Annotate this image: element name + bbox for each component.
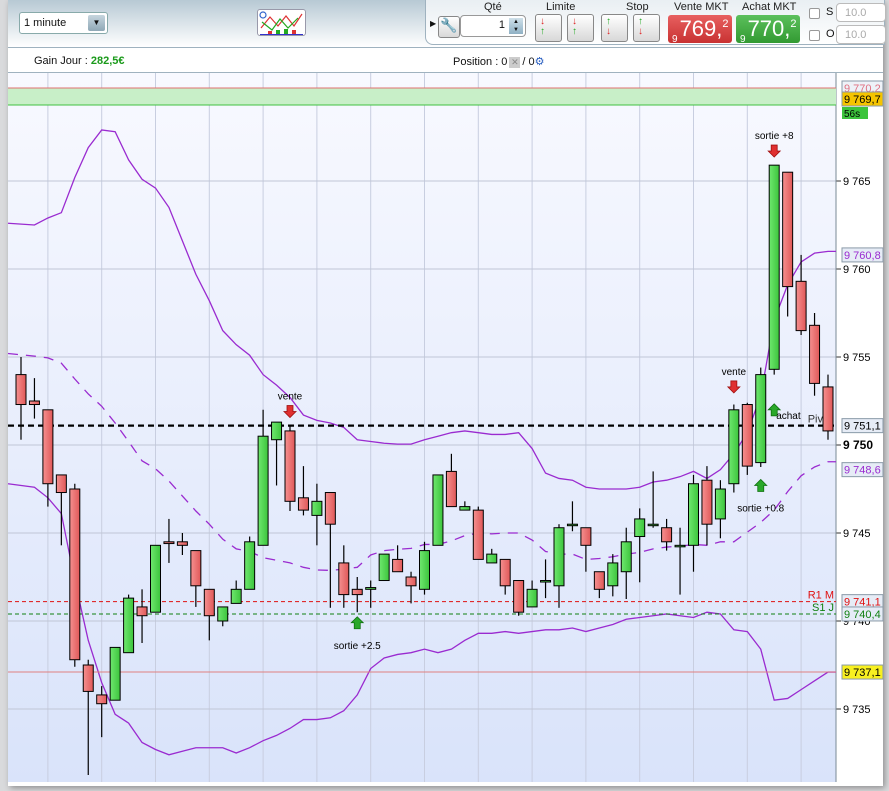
candle-down: [28, 400, 40, 406]
marker-label: sortie +8: [755, 131, 794, 142]
candle-up: [365, 587, 377, 590]
candle-down: [351, 588, 363, 596]
candle-down: [580, 527, 592, 546]
candle-down: [55, 474, 67, 494]
candle-up: [526, 588, 538, 608]
candle-down: [338, 562, 350, 596]
candle-down: [822, 386, 834, 432]
candle-down: [324, 492, 336, 525]
candle-down: [284, 430, 296, 502]
y-tick-label: 9 745: [843, 528, 871, 540]
level-tag: 9 737,1: [844, 667, 881, 679]
candle-down: [15, 374, 27, 406]
candle-down: [82, 664, 94, 692]
marker-label: vente: [722, 367, 747, 378]
marker-label: achat: [776, 411, 801, 422]
candle-down: [405, 576, 417, 587]
y-tick-label: 9 735: [843, 704, 871, 716]
zone-bottom-tag: 9 769,7: [844, 94, 881, 106]
candle-up: [714, 488, 726, 520]
candle-down: [782, 171, 794, 288]
candle-down: [392, 558, 404, 573]
band-tag: 9 760,8: [844, 250, 881, 262]
candle-up: [755, 374, 767, 464]
candle-down: [69, 488, 81, 661]
price-chart[interactable]: 9 7359 7409 7459 7509 7559 7609 7659 770…: [0, 0, 889, 791]
y-tick-label: 9 755: [843, 352, 871, 364]
level-name: R1 M: [808, 590, 834, 602]
candle-down: [593, 571, 605, 590]
candle-down: [203, 588, 215, 617]
candle-up: [688, 483, 699, 546]
candle-up: [432, 474, 444, 546]
candle-down: [472, 509, 484, 560]
candle-down: [809, 324, 821, 384]
candle-up: [217, 606, 229, 622]
candle-up: [486, 553, 498, 564]
candle-up: [634, 518, 646, 538]
price-zone: [8, 88, 836, 105]
candle-up: [150, 544, 161, 613]
candle-up: [271, 421, 283, 441]
y-tick-label: 9 765: [843, 176, 871, 188]
candle-up: [459, 506, 471, 511]
candle-up: [230, 588, 242, 604]
candle-down: [661, 527, 673, 543]
candle-up: [257, 435, 269, 546]
marker-label: vente: [278, 392, 303, 403]
candle-down: [499, 558, 511, 587]
candle-up: [109, 646, 121, 701]
candle-timer: 56s: [844, 109, 860, 120]
candle-up: [378, 553, 390, 582]
candle-down: [96, 694, 108, 705]
candle-up: [674, 544, 686, 548]
level-tag: 9 751,1: [844, 421, 881, 433]
candle-up: [311, 500, 323, 516]
band-tag: 9 748,6: [844, 465, 881, 477]
candle-down: [741, 404, 753, 467]
candle-up: [553, 527, 565, 587]
candle-up: [244, 541, 256, 590]
y-tick-label: 9 750: [843, 438, 873, 452]
candle-up: [647, 523, 659, 527]
candle-down: [42, 409, 54, 485]
candle-down: [513, 580, 525, 613]
marker-label: sortie +2.5: [334, 641, 381, 652]
candle-down: [163, 541, 175, 545]
y-tick-label: 9 760: [843, 264, 871, 276]
candle-up: [123, 597, 135, 654]
candle-up: [566, 523, 578, 527]
candle-up: [607, 562, 619, 587]
candle-down: [297, 497, 309, 511]
candle-up: [728, 409, 740, 485]
level-name: S1 J: [812, 602, 834, 614]
marker-label: sortie +0.8: [737, 503, 784, 514]
candle-up: [620, 541, 632, 573]
candle-down: [176, 541, 188, 546]
candle-down: [190, 550, 202, 587]
candle-down: [445, 470, 457, 508]
candle-up: [540, 580, 552, 583]
plot-area: [8, 73, 836, 782]
candle-down: [136, 606, 148, 617]
candle-down: [795, 280, 807, 332]
candle-up: [419, 550, 430, 590]
candle-down: [701, 479, 713, 525]
level-tag: 9 740,4: [844, 609, 881, 621]
candle-up: [768, 164, 780, 370]
